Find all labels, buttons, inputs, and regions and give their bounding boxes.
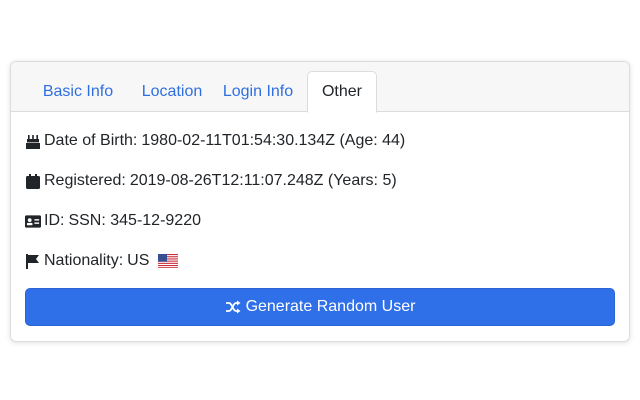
id-row: ID: SSN: 345-12-9220 <box>25 210 201 232</box>
date-of-birth-value: 1980-02-11T01:54:30.134Z (Age: 44) <box>141 132 406 149</box>
nationality-label: Nationality: <box>44 252 124 269</box>
tab-basic-info[interactable]: Basic Info <box>25 71 131 113</box>
us-flag-icon <box>158 254 179 268</box>
calendar-icon <box>25 173 41 189</box>
date-of-birth-row: Date of Birth: 1980-02-11T01:54:30.134Z … <box>25 130 405 152</box>
tab-location[interactable]: Location <box>121 71 223 113</box>
tab-login-info[interactable]: Login Info <box>211 71 305 113</box>
tab-other[interactable]: Other <box>307 71 377 113</box>
registered-row: Registered: 2019-08-26T12:11:07.248Z (Ye… <box>25 170 397 192</box>
registered-value: 2019-08-26T12:11:07.248Z (Years: 5) <box>129 172 397 189</box>
id-card-icon <box>25 213 41 229</box>
shuffle-icon <box>225 299 241 315</box>
user-card: Basic Info Location Login Info Other Dat… <box>10 61 630 342</box>
id-value: SSN: 345-12-9220 <box>68 212 201 229</box>
birthday-cake-icon <box>25 133 41 149</box>
registered-label: Registered: <box>44 172 126 189</box>
nationality-value: US <box>127 252 150 269</box>
generate-random-user-button[interactable]: Generate Random User <box>25 288 615 326</box>
tab-bar: Basic Info Location Login Info Other <box>11 62 629 113</box>
nationality-row: Nationality: US <box>25 250 179 272</box>
flag-icon <box>25 253 41 269</box>
generate-button-label: Generate Random User <box>245 298 416 315</box>
date-of-birth-label: Date of Birth: <box>44 132 138 149</box>
id-label: ID: <box>44 212 65 229</box>
